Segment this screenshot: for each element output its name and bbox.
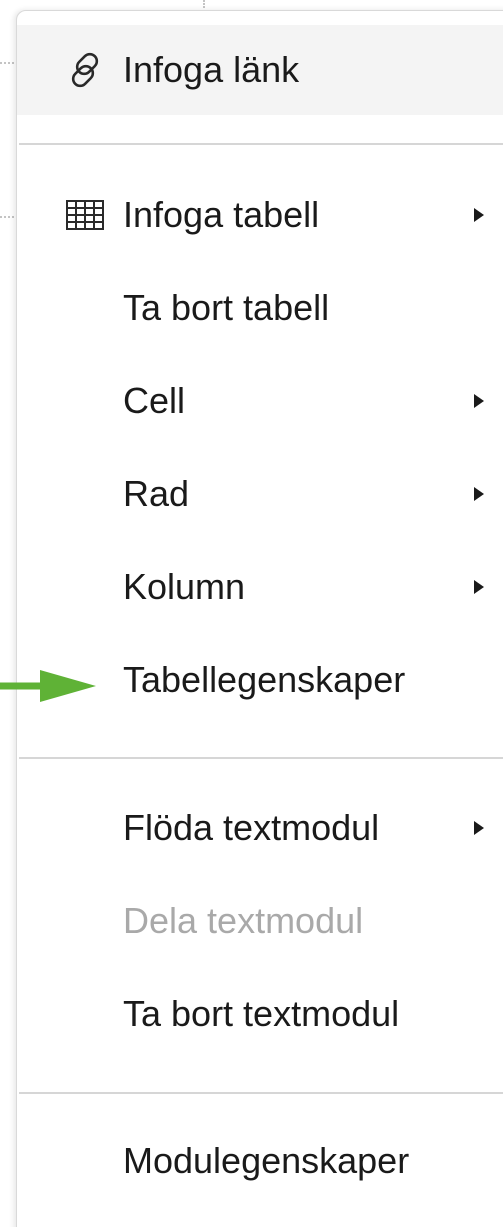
screenshot-stage: Infoga länk Infoga tabell Ta bort tabell…: [0, 0, 503, 1227]
menu-separator: [19, 757, 503, 759]
menu-item-label: Infoga länk: [123, 49, 300, 90]
menu-item-label: Rad: [123, 473, 190, 514]
document-guide-line: [0, 216, 14, 218]
submenu-arrow-icon: [473, 207, 485, 223]
annotation-arrow-icon: [0, 670, 96, 702]
menu-item-rad[interactable]: Rad: [17, 449, 503, 539]
menu-item-label: Dela textmodul: [123, 900, 364, 941]
document-guide-line: [0, 62, 14, 64]
context-menu: Infoga länk Infoga tabell Ta bort tabell…: [16, 10, 503, 1227]
submenu-arrow-icon: [473, 393, 485, 409]
menu-item-modulegenskaper[interactable]: Modulegenskaper: [17, 1116, 503, 1206]
menu-item-ta-bort-tabell[interactable]: Ta bort tabell: [17, 263, 503, 353]
submenu-arrow-icon: [473, 486, 485, 502]
submenu-arrow-icon: [473, 820, 485, 836]
menu-item-label: Cell: [123, 380, 186, 421]
submenu-arrow-icon: [473, 579, 485, 595]
link-icon: [63, 48, 107, 92]
menu-item-infoga-tabell[interactable]: Infoga tabell: [17, 170, 503, 260]
menu-separator: [19, 143, 503, 145]
menu-item-label: Flöda textmodul: [123, 807, 380, 848]
menu-separator: [19, 1092, 503, 1094]
menu-item-label: Ta bort textmodul: [123, 993, 400, 1034]
table-icon: [63, 193, 107, 237]
menu-item-label: Infoga tabell: [123, 194, 320, 235]
menu-item-floda-textmodul[interactable]: Flöda textmodul: [17, 783, 503, 873]
menu-item-label: Tabellegenskaper: [123, 659, 406, 700]
menu-item-kolumn[interactable]: Kolumn: [17, 542, 503, 632]
menu-item-label: Ta bort tabell: [123, 287, 330, 328]
menu-item-label: Modulegenskaper: [123, 1140, 410, 1181]
menu-item-cell[interactable]: Cell: [17, 356, 503, 446]
menu-item-infoga-lank[interactable]: Infoga länk: [17, 25, 503, 115]
menu-item-dela-textmodul: Dela textmodul: [17, 876, 503, 966]
menu-item-label: Kolumn: [123, 566, 246, 607]
menu-item-ta-bort-textmodul[interactable]: Ta bort textmodul: [17, 969, 503, 1059]
document-guide-line: [203, 0, 205, 8]
